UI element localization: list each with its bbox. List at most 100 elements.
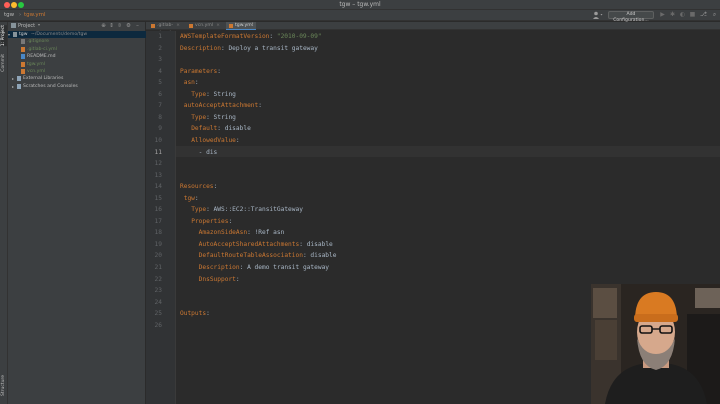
tree-item[interactable]: .gitlab-ci.yml: [8, 46, 146, 53]
line-number: 7: [158, 102, 162, 110]
code-line[interactable]: Parameters:: [180, 68, 221, 75]
yaml-key: DefaultRouteTableAssociation: [198, 252, 303, 260]
line-number: 1: [158, 33, 162, 40]
yaml-file-icon: [229, 24, 233, 28]
yaml-value: "2010-09-09": [276, 33, 322, 40]
yaml-separator: :: [235, 136, 240, 144]
breadcrumb-project[interactable]: tgw: [4, 12, 14, 18]
line-number: 14: [154, 183, 162, 191]
tree-item[interactable]: ▸ Scratches and Consoles: [8, 83, 146, 90]
close-tab-icon[interactable]: ×: [250, 22, 254, 30]
debug-icon[interactable]: ✱: [668, 11, 677, 19]
tab-tgw[interactable]: tgw.yml ×: [226, 22, 256, 30]
navigation-bar: tgw › tgw.yml Add Configuration... ▶ ✱ ◐…: [0, 10, 720, 23]
tree-item-label: tgw: [19, 32, 28, 37]
tree-item[interactable]: ▸ External Libraries: [8, 75, 146, 82]
tab-gitlab-ci[interactable]: .gitlab-ci.yml ×: [148, 22, 182, 36]
yaml-value: A demo transit gateway: [247, 264, 330, 271]
line-number: 24: [154, 298, 162, 306]
line-number: 23: [154, 287, 162, 295]
code-line[interactable]: Description: Deploy a transit gateway: [180, 45, 318, 52]
code-line[interactable]: Properties:: [180, 218, 232, 225]
yaml-key: Resources: [180, 183, 214, 191]
close-tab-icon[interactable]: ×: [176, 22, 180, 30]
code-line[interactable]: Description: A demo transit gateway: [180, 264, 329, 271]
line-number: 2: [158, 44, 162, 52]
tool-window-strip: 1: Project Commit Structure: [0, 22, 8, 404]
code-line[interactable]: Default: disable: [180, 125, 251, 132]
stop-icon[interactable]: ■: [688, 11, 697, 19]
chevron-down-icon[interactable]: ▾: [8, 31, 10, 38]
tree-item[interactable]: ▾ tgw ~/Documents/demo/tgw: [8, 31, 146, 38]
line-number: 6: [158, 90, 162, 98]
code-line[interactable]: Type: String: [180, 91, 236, 98]
yaml-separator: :: [239, 264, 248, 271]
collapse-all-icon[interactable]: ⇳: [116, 22, 123, 30]
yaml-key: Description: [180, 44, 221, 52]
line-number: 26: [154, 321, 162, 329]
code-line[interactable]: AmazonSideAsn: !Ref asn: [180, 229, 285, 237]
tree-item-label: .gitlab-ci.yml: [27, 46, 57, 52]
code-line[interactable]: AllowedValue:: [180, 136, 240, 144]
code-line[interactable]: DnsSupport:: [180, 276, 240, 283]
code-line[interactable]: DefaultRouteTableAssociation: disable: [180, 252, 337, 260]
chevron-down-icon[interactable]: ▾: [38, 22, 40, 27]
code-line[interactable]: asn:: [180, 79, 199, 86]
tree-item[interactable]: tgw.yml: [8, 61, 146, 68]
code-line[interactable]: tgw:: [180, 195, 199, 202]
close-tab-icon[interactable]: ×: [216, 22, 220, 30]
code-line[interactable]: AWSTemplateFormatVersion: "2010-09-09": [180, 33, 322, 40]
project-tool-tab[interactable]: 1: Project: [1, 25, 7, 47]
code-line[interactable]: autoAcceptAttachment:: [180, 102, 262, 109]
run-icon[interactable]: ▶: [658, 11, 667, 19]
chevron-right-icon[interactable]: ▸: [12, 75, 14, 82]
line-number: 4: [158, 67, 162, 75]
tree-item-path: ~/Documents/demo/tgw: [31, 32, 88, 37]
yaml-value: AWS::EC2::TransitGateway: [213, 206, 303, 214]
hide-panel-icon[interactable]: –: [134, 22, 141, 30]
commit-tool-tab[interactable]: Commit: [1, 54, 7, 72]
line-number: 8: [158, 113, 162, 121]
line-number: 16: [154, 206, 162, 214]
yaml-value: String: [213, 90, 236, 98]
yaml-separator: :: [206, 90, 214, 98]
yaml-separator: :: [235, 275, 240, 283]
yaml-value: disable: [310, 252, 337, 260]
chevron-right-icon[interactable]: ▸: [12, 83, 14, 90]
code-line[interactable]: Resources:: [180, 183, 217, 190]
coverage-icon[interactable]: ◐: [678, 11, 687, 19]
breadcrumb-file[interactable]: tgw.yml: [24, 12, 46, 18]
tab-vcn[interactable]: vcn.yml ×: [186, 22, 222, 30]
code-line[interactable]: - dis: [180, 148, 218, 156]
tree-item[interactable]: README.md: [8, 53, 146, 60]
add-configuration-button[interactable]: Add Configuration...: [608, 11, 654, 23]
code-line[interactable]: AutoAcceptSharedAttachments: disable: [180, 241, 333, 248]
structure-tool-tab[interactable]: Structure: [1, 375, 7, 396]
yaml-separator: :: [247, 229, 255, 237]
search-icon[interactable]: ⌕: [710, 11, 719, 19]
gear-icon[interactable]: ⚙: [125, 22, 132, 30]
locate-icon[interactable]: ⊕: [100, 22, 107, 30]
yaml-key: AutoAcceptSharedAttachments: [198, 240, 300, 248]
code-line[interactable]: Type: AWS::EC2::TransitGateway: [180, 206, 303, 213]
vcs-icon[interactable]: ⎇: [699, 11, 708, 19]
project-panel-title[interactable]: Project: [18, 23, 35, 29]
yaml-key: Default: [191, 125, 218, 133]
tree-item[interactable]: .gitignore: [8, 38, 146, 45]
yaml-separator: :: [228, 217, 233, 225]
tree-item-label: vcn.yml: [27, 69, 46, 74]
expand-all-icon[interactable]: ⇕: [108, 22, 115, 30]
tree-item[interactable]: vcn.yml: [8, 68, 146, 75]
yaml-value: - dis: [198, 148, 218, 156]
user-icon[interactable]: [592, 11, 604, 19]
yaml-value: disable: [306, 240, 333, 248]
folder-icon: [11, 23, 16, 28]
code-line[interactable]: Outputs:: [180, 310, 210, 317]
yaml-value: disable: [224, 125, 251, 133]
code-line[interactable]: Type: String: [180, 114, 236, 121]
file-icon: [21, 46, 25, 52]
